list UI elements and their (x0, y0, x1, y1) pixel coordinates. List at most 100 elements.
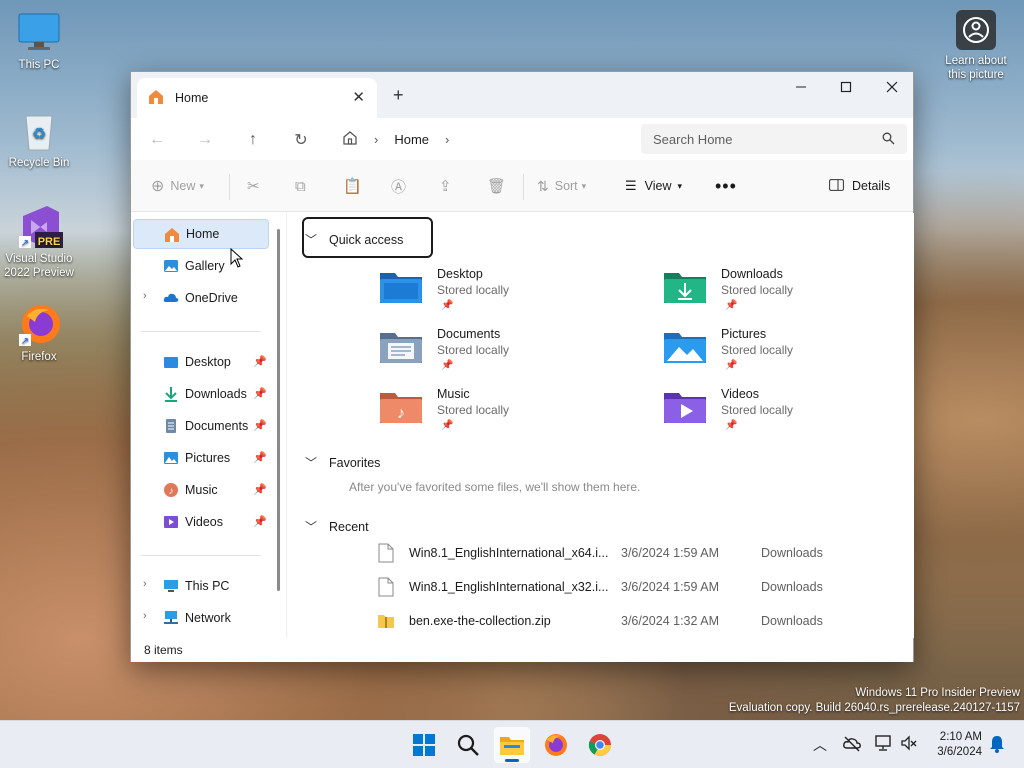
close-tab-icon[interactable]: ✕ (352, 88, 365, 106)
quick-access-tile-videos[interactable]: Videos Stored locally 📌 (663, 387, 923, 441)
quick-access-tile-downloads[interactable]: Downloads Stored locally 📌 (663, 267, 923, 321)
sidebar-item-desktop[interactable]: Desktop 📌 (133, 347, 269, 377)
recent-file-row[interactable]: Win8.1_EnglishInternational_x32.i... 3/6… (377, 573, 897, 601)
tile-subtitle: Stored locally (437, 343, 510, 357)
music-icon: ♪ (163, 482, 179, 498)
sort-icon: ⇅ (537, 177, 549, 194)
command-bar: ⊕ New ▾ ✂ ⧉ 📋 Ⓐ ⇪ 🗑 ⇅ Sort ▾ ☰ View ▾ ••… (131, 160, 913, 212)
start-button[interactable] (406, 727, 442, 763)
active-indicator (505, 759, 519, 762)
desktop-folder-icon (163, 354, 179, 370)
sort-button[interactable]: ⇅ Sort ▾ (537, 174, 586, 198)
taskbar-file-explorer[interactable] (494, 727, 530, 763)
chevron-up-icon[interactable]: ︿ (813, 735, 827, 755)
pin-icon: 📌 (441, 300, 454, 311)
download-arrow-icon (163, 386, 179, 402)
sidebar-label: Music (185, 483, 218, 497)
view-button[interactable]: ☰ View ▾ (625, 174, 682, 198)
minimize-button[interactable] (778, 72, 824, 102)
copy-button[interactable]: ⧉ (295, 174, 306, 198)
desktop-folder-icon (380, 273, 422, 303)
section-title: Quick access (329, 232, 404, 247)
videos-folder-icon (664, 393, 706, 423)
delete-button[interactable]: 🗑 (487, 174, 506, 198)
notification-bell-icon[interactable] (988, 734, 1006, 757)
file-explorer-window: Home ✕ + ← → ↑ ↻ › Home › Search Home ⊕ … (130, 71, 914, 662)
downloads-folder-icon (664, 273, 706, 303)
quick-access-header[interactable]: ﹀ Quick access (305, 231, 403, 248)
quick-access-tile-documents[interactable]: Documents Stored locally 📌 (379, 327, 639, 381)
sidebar-item-onedrive[interactable]: › OneDrive (133, 283, 269, 313)
search-input[interactable]: Search Home (641, 124, 907, 154)
sidebar-item-pictures[interactable]: Pictures 📌 (133, 443, 269, 473)
recent-file-row[interactable]: ben.exe-the-collection.zip 3/6/2024 1:32… (377, 607, 897, 635)
system-clock[interactable]: 2:10 AM 3/6/2024 (937, 730, 982, 760)
sidebar-item-this-pc[interactable]: › This PC (133, 571, 269, 601)
sidebar-item-documents[interactable]: Documents 📌 (133, 411, 269, 441)
new-tab-button[interactable]: + (393, 85, 404, 106)
network-icon[interactable] (874, 734, 894, 755)
recent-header[interactable]: ﹀ Recent (305, 518, 369, 535)
volume-muted-icon[interactable] (900, 734, 918, 755)
share-button[interactable]: ⇪ (439, 174, 452, 198)
quick-access-tile-music[interactable]: ♪ Music Stored locally 📌 (379, 387, 639, 441)
chevron-down-icon: ▾ (677, 180, 683, 191)
document-icon (163, 418, 179, 434)
video-icon (163, 514, 179, 530)
status-bar: 8 items (131, 638, 913, 662)
more-options-button[interactable]: ••• (715, 174, 737, 198)
close-icon (886, 81, 898, 93)
address-bar[interactable]: › Home › (334, 124, 631, 154)
up-button[interactable]: ↑ (241, 128, 265, 152)
sidebar-item-network[interactable]: › Network (133, 603, 269, 633)
quick-access-tile-desktop[interactable]: Desktop Stored locally 📌 (379, 267, 639, 321)
quick-access-tile-pictures[interactable]: Pictures Stored locally 📌 (663, 327, 923, 381)
network-icon (163, 610, 179, 626)
cut-button[interactable]: ✂ (247, 174, 260, 198)
desktop-icon-firefox[interactable]: ↗ Firefox (0, 302, 78, 364)
view-list-icon: ☰ (625, 178, 637, 193)
sidebar-item-gallery[interactable]: Gallery (133, 251, 269, 281)
file-icon (378, 543, 394, 563)
breadcrumb-home[interactable]: Home (394, 132, 429, 147)
sidebar-label: This PC (185, 579, 230, 593)
chevron-right-icon[interactable]: › (445, 132, 449, 147)
chevron-down-icon: ﹀ (305, 456, 318, 470)
item-count: 8 items (144, 643, 183, 657)
recent-file-row[interactable]: Win8.1_EnglishInternational_x64.i... 3/6… (377, 539, 897, 567)
learn-about-picture[interactable]: Learn about this picture (938, 10, 1014, 82)
paste-button[interactable]: 📋 (343, 174, 362, 198)
maximize-button[interactable] (823, 72, 869, 102)
sidebar-scrollbar[interactable] (277, 229, 280, 591)
refresh-button[interactable]: ↻ (289, 128, 313, 152)
arrow-up-icon: ↑ (249, 131, 257, 148)
pin-icon: 📌 (441, 420, 454, 431)
chevron-right-icon[interactable]: › (143, 610, 147, 622)
forward-button[interactable]: → (193, 128, 217, 152)
sidebar-item-videos[interactable]: Videos 📌 (133, 507, 269, 537)
chevron-right-icon[interactable]: › (143, 578, 147, 590)
tab-home[interactable]: Home ✕ (137, 78, 377, 118)
search-button[interactable] (450, 727, 486, 763)
back-button[interactable]: ← (145, 128, 169, 152)
desktop-icon-visual-studio[interactable]: PRE ↗ Visual Studio 2022 Preview (0, 204, 78, 280)
taskbar-chrome[interactable] (582, 727, 618, 763)
details-button[interactable]: Details (829, 174, 890, 198)
search-icon (457, 734, 479, 756)
sidebar-item-music[interactable]: ♪ Music 📌 (133, 475, 269, 505)
clock-date: 3/6/2024 (937, 746, 982, 758)
chevron-right-icon[interactable]: › (143, 290, 147, 302)
desktop-icon-this-pc[interactable]: This PC (0, 10, 78, 72)
taskbar-firefox[interactable] (538, 727, 574, 763)
rename-button[interactable]: Ⓐ (391, 174, 406, 198)
new-button[interactable]: ⊕ New ▾ (151, 174, 204, 198)
tile-subtitle: Stored locally (721, 343, 794, 357)
cloud-offline-icon[interactable] (842, 734, 862, 755)
sidebar-item-downloads[interactable]: Downloads 📌 (133, 379, 269, 409)
chevron-right-icon[interactable]: › (374, 132, 378, 147)
sidebar-item-home[interactable]: Home (133, 219, 269, 249)
desktop-icon-recycle-bin[interactable]: ♻ Recycle Bin (0, 108, 78, 170)
pin-icon: 📌 (253, 356, 267, 368)
close-window-button[interactable] (869, 72, 915, 102)
favorites-header[interactable]: ﹀ Favorites (305, 454, 380, 471)
